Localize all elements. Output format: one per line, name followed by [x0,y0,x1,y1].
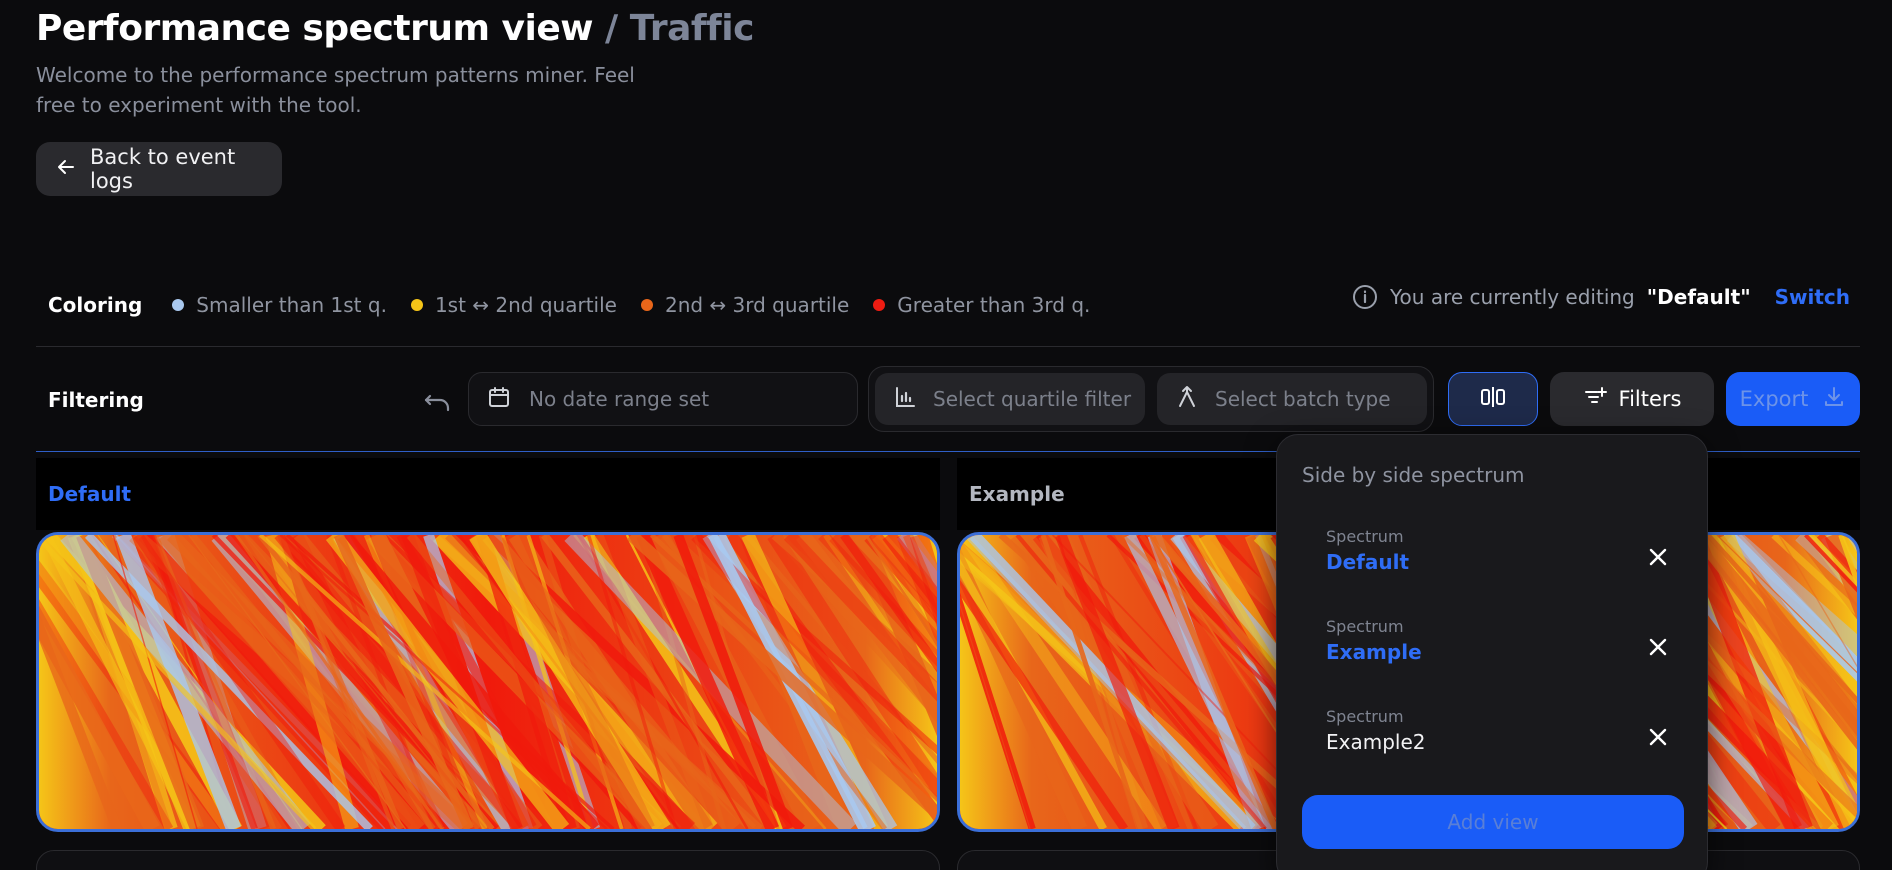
legend-dot-blue [172,299,185,311]
export-label: Export [1739,387,1809,411]
side-by-side-button[interactable] [1448,372,1538,426]
spectrum-item-example[interactable]: Spectrum Example [1326,617,1672,677]
title-main: Performance spectrum view [36,8,594,49]
spectrum-graphic [39,535,937,829]
spectrum-label: Spectrum [1326,707,1404,726]
date-range-input[interactable]: No date range set [468,372,858,426]
spectrum-name: Example [1326,640,1422,664]
divider [36,346,1860,347]
legend-item-q1: Smaller than 1st q. [172,293,387,317]
legend-label: Greater than 3rd q. [897,293,1091,317]
spectrum-label: Spectrum [1326,617,1404,636]
legend-dot-red [873,299,886,311]
legend-item-q4: Greater than 3rd q. [873,293,1090,317]
coloring-legend: Coloring Smaller than 1st q. 1st ↔ 2nd q… [36,284,1114,326]
close-icon[interactable] [1644,543,1672,571]
close-icon[interactable] [1644,723,1672,751]
spectrum-item-default[interactable]: Spectrum Default [1326,527,1672,587]
info-icon [1352,284,1378,310]
legend-label: 1st ↔ 2nd quartile [434,293,617,317]
export-button[interactable]: Export [1726,372,1860,426]
date-range-placeholder: No date range set [529,387,710,411]
editing-indicator: You are currently editing "Default" Swit… [1352,278,1850,316]
title-log-name: Traffic [629,8,755,49]
download-icon [1822,385,1846,414]
filtering-title: Filtering [48,388,144,412]
welcome-text: Welcome to the performance spectrum patt… [36,63,635,117]
legend-label: Smaller than 1st q. [196,293,387,317]
editing-prefix: You are currently editing [1389,285,1635,309]
filter-add-icon [1583,385,1607,414]
batch-type-placeholder: Select batch type [1215,387,1391,411]
legend-dot-yellow [410,299,423,311]
filters-button[interactable]: Filters [1550,372,1714,426]
spectrum-item-example2[interactable]: Spectrum Example2 [1326,707,1672,767]
title-separator: / [605,8,618,49]
page-title: Performance spectrum view / Traffic [36,8,754,49]
switch-link[interactable]: Switch [1775,285,1850,309]
filters-label: Filters [1618,387,1682,411]
close-icon[interactable] [1644,633,1672,661]
popover-title: Side by side spectrum [1302,463,1525,487]
columns-icon [1479,385,1507,414]
panel-footer [36,850,940,870]
spectrum-canvas-default[interactable] [36,532,940,832]
quartile-filter-select[interactable]: Select quartile filter [875,373,1145,425]
back-button-label: Back to event logs [90,145,236,193]
batch-type-select[interactable]: Select batch type [1157,373,1427,425]
merge-icon [1175,385,1199,414]
legend-item-q2: 1st ↔ 2nd quartile [410,293,617,317]
undo-icon[interactable] [422,386,454,418]
add-view-button[interactable]: Add view [1302,795,1684,849]
arrow-left-icon [56,157,76,182]
quartile-filter-placeholder: Select quartile filter [933,387,1132,411]
spectrum-label: Spectrum [1326,527,1404,546]
back-to-event-logs-button[interactable]: Back to event logs [36,142,282,196]
legend-dot-orange [640,299,653,311]
legend-item-q3: 2nd ↔ 3rd quartile [640,293,850,317]
panel-header-default: Default [36,458,940,530]
editing-name: "Default" [1646,285,1751,309]
side-by-side-popover: Side by side spectrum Spectrum Default S… [1276,434,1708,870]
panel-title: Default [48,482,132,506]
filter-select-group: Select quartile filter Select batch type [868,366,1434,432]
calendar-icon [487,385,511,414]
spectrum-name: Example2 [1326,730,1426,754]
coloring-title: Coloring [48,293,143,317]
legend-label: 2nd ↔ 3rd quartile [664,293,850,317]
panel-title: Example [969,482,1065,506]
bar-chart-icon [893,385,917,414]
spectrum-name: Default [1326,550,1410,574]
